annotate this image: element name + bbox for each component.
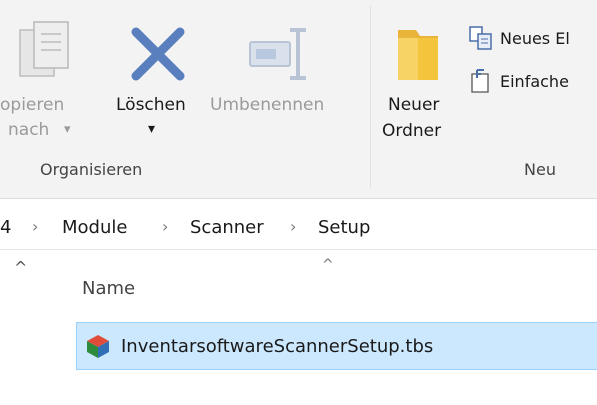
file-name: InventarsoftwareScannerSetup.tbs <box>121 335 434 357</box>
column-header-name[interactable]: Name <box>82 278 135 299</box>
organize-group-label: Organisieren <box>40 160 143 179</box>
delete-button[interactable]: Löschen ▾ <box>112 0 204 150</box>
collapse-icon[interactable]: ^ <box>14 258 27 277</box>
breadcrumb-item-drive[interactable]: 4 <box>0 217 11 238</box>
delete-label: Löschen <box>116 95 186 115</box>
breadcrumb-item-module[interactable]: Module <box>62 217 127 238</box>
copy-to-label-2: nach <box>8 120 50 140</box>
delete-chevron-icon: ▾ <box>148 121 156 137</box>
breadcrumb-separator-icon[interactable]: › <box>290 217 296 236</box>
breadcrumb-item-setup[interactable]: Setup <box>318 217 370 238</box>
easy-access-button[interactable]: Einfache <box>468 68 569 94</box>
new-folder-button[interactable]: Neuer Ordner <box>378 0 464 150</box>
sort-ascending-icon: ^ <box>322 257 334 273</box>
new-folder-label-2: Ordner <box>382 121 442 141</box>
group-separator <box>370 6 371 188</box>
copy-to-button[interactable]: opieren nach ▾ <box>0 0 100 150</box>
breadcrumb-separator-icon[interactable]: › <box>32 217 38 236</box>
breadcrumb-separator-icon[interactable]: › <box>162 217 168 236</box>
ribbon: opieren nach ▾ Löschen ▾ Umbenennen Orga… <box>0 0 597 199</box>
easy-access-label: Einfache <box>500 71 569 91</box>
copy-to-icon <box>16 20 78 90</box>
new-item-icon <box>468 25 494 51</box>
copy-to-label-1: opieren <box>0 95 65 115</box>
navigation-pane: ^ <box>0 250 60 405</box>
folder-icon <box>394 24 442 90</box>
new-group-label: Neu <box>524 160 556 179</box>
new-item-button[interactable]: Neues El <box>468 25 570 51</box>
rename-icon <box>246 24 316 88</box>
rename-button[interactable]: Umbenennen <box>206 0 354 150</box>
new-folder-label-1: Neuer <box>388 95 440 115</box>
rename-label: Umbenennen <box>210 95 325 115</box>
new-item-label: Neues El <box>500 28 570 48</box>
breadcrumb-item-scanner[interactable]: Scanner <box>190 217 264 238</box>
chevron-down-icon: ▾ <box>64 122 71 137</box>
delete-icon <box>130 26 186 86</box>
tbs-file-icon <box>85 333 111 359</box>
breadcrumb: 4 › Module › Scanner › Setup <box>0 205 597 250</box>
file-row[interactable]: InventarsoftwareScannerSetup.tbs <box>76 322 597 370</box>
easy-access-icon <box>468 68 494 94</box>
